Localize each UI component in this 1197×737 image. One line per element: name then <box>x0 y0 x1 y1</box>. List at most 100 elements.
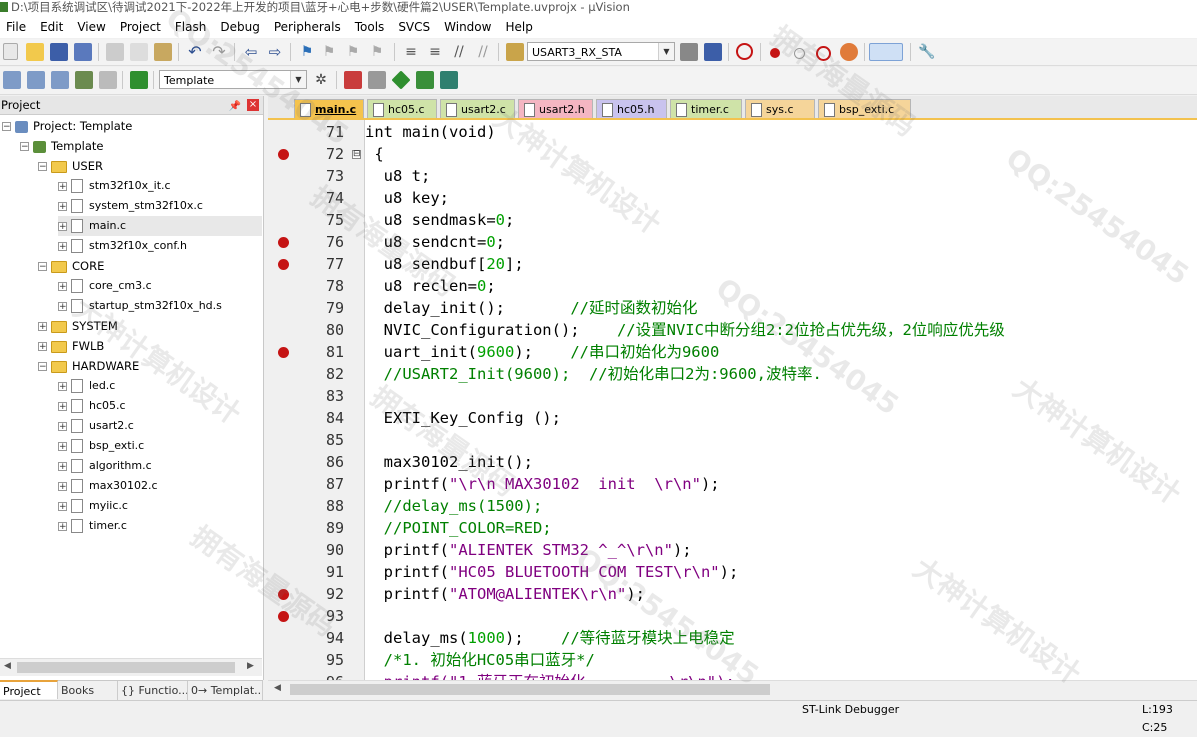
software-packs-icon[interactable] <box>440 71 458 89</box>
editor-tab-bsp_exti-c[interactable]: bsp_exti.c <box>818 99 911 118</box>
enable-breakpoint-icon[interactable] <box>794 48 805 59</box>
tree-expander-icon[interactable]: + <box>58 301 67 311</box>
target-combo[interactable]: Template ▼ <box>159 70 307 89</box>
navigate-forward-icon[interactable]: ⇨ <box>266 43 284 61</box>
editor-tab-usart2-c[interactable]: usart2.c <box>440 99 515 118</box>
tree-group-fwlb[interactable]: + FWLB <box>38 336 104 356</box>
code-line[interactable]: u8 reclen=0; <box>365 275 496 297</box>
undo-icon[interactable]: ↶ <box>186 43 204 61</box>
navigate-back-icon[interactable]: ⇦ <box>242 43 260 61</box>
tree-target[interactable]: − Template <box>20 136 103 156</box>
scroll-left-icon[interactable]: ◀ <box>274 683 281 693</box>
pin-icon[interactable]: 📌 <box>229 98 241 116</box>
code-line[interactable]: //delay_ms(1500); <box>365 495 543 517</box>
incremental-find-icon[interactable] <box>704 43 722 61</box>
editor-tab-hc05-h[interactable]: hc05.h <box>596 99 667 118</box>
tree-file[interactable]: + bsp_exti.c <box>58 436 144 456</box>
build-icon[interactable] <box>27 71 45 89</box>
breakpoint-icon[interactable] <box>278 237 289 248</box>
uncomment-icon[interactable]: // <box>474 43 492 61</box>
debug-session-icon[interactable] <box>736 43 753 60</box>
select-packs-icon[interactable] <box>368 71 386 89</box>
bookmark-icon[interactable]: ⚑ <box>298 43 316 61</box>
new-file-icon[interactable] <box>3 43 18 60</box>
find-icon[interactable] <box>680 43 698 61</box>
tree-root[interactable]: − Project: Template <box>2 116 132 136</box>
editor-scrollbar[interactable]: ◀ <box>268 680 1197 698</box>
tree-expander-icon[interactable]: + <box>58 181 67 191</box>
manage-project-items-icon[interactable] <box>344 71 362 89</box>
tree-expander-icon[interactable]: + <box>58 441 67 451</box>
code-line[interactable]: max30102_init(); <box>365 451 533 473</box>
tree-expander-icon[interactable]: + <box>58 221 67 231</box>
tree-file[interactable]: + hc05.c <box>58 396 126 416</box>
menu-help[interactable]: Help <box>499 16 540 38</box>
code-line[interactable]: printf("\r\n MAX30102 init \r\n"); <box>365 473 720 495</box>
clear-bookmarks-icon[interactable]: ⚑ <box>368 43 386 61</box>
code-line[interactable]: NVIC_Configuration(); //设置NVIC中断分组2:2位抢占… <box>365 319 1005 341</box>
code-line[interactable]: u8 sendcnt=0; <box>365 231 505 253</box>
project-panel-scrollbar[interactable]: ◀ ▶ <box>0 658 262 676</box>
code-editor[interactable]: int main(void) { u8 t; u8 key; u8 sendma… <box>365 120 1197 680</box>
panel-tab-0[interactable]: Project <box>0 680 58 699</box>
tree-expander-icon[interactable]: + <box>38 342 47 352</box>
tree-file[interactable]: + myiic.c <box>58 496 128 516</box>
panel-tab-1[interactable]: Books <box>58 681 118 700</box>
tree-file[interactable]: + startup_stm32f10x_hd.s <box>58 296 222 316</box>
cut-icon[interactable] <box>106 43 124 61</box>
next-bookmark-icon[interactable]: ⚑ <box>344 43 362 61</box>
tree-expander-icon[interactable]: + <box>38 322 47 332</box>
editor-tab-timer-c[interactable]: timer.c <box>670 99 742 118</box>
download-load-icon[interactable] <box>130 71 148 89</box>
tree-expander-icon[interactable]: + <box>58 201 67 211</box>
menu-debug[interactable]: Debug <box>214 16 267 38</box>
tree-expander-icon[interactable]: + <box>58 421 67 431</box>
scroll-right-icon[interactable]: ▶ <box>247 661 254 671</box>
code-line[interactable]: printf("ALIENTEK STM32 ^_^\r\n"); <box>365 539 692 561</box>
unindent-icon[interactable]: ≡ <box>426 43 444 61</box>
prev-bookmark-icon[interactable]: ⚑ <box>320 43 338 61</box>
comment-icon[interactable]: // <box>450 43 468 61</box>
scrollbar-thumb[interactable] <box>17 662 235 673</box>
code-line[interactable]: u8 key; <box>365 187 449 209</box>
tree-expander-icon[interactable]: + <box>58 461 67 471</box>
code-line[interactable]: //USART2_Init(9600); //初始化串口2为:9600,波特率. <box>365 363 822 385</box>
pack-installer-icon[interactable] <box>391 70 411 90</box>
menu-svcs[interactable]: SVCS <box>392 16 438 38</box>
editor-tab-sys-c[interactable]: sys.c <box>745 99 815 118</box>
menu-tools[interactable]: Tools <box>349 16 393 38</box>
tree-file[interactable]: + algorithm.c <box>58 456 152 476</box>
disable-breakpoints-icon[interactable] <box>816 46 831 61</box>
menu-view[interactable]: View <box>71 16 113 38</box>
tree-file[interactable]: + timer.c <box>58 516 127 536</box>
open-folder-icon[interactable] <box>26 43 44 61</box>
tree-expander-icon[interactable]: − <box>38 162 47 172</box>
code-line[interactable]: printf("1 蓝牙正在初始化 \r\n"); <box>365 671 735 680</box>
editor-tab-main-c[interactable]: main.c <box>294 99 364 118</box>
code-line[interactable]: int main(void) <box>365 121 496 143</box>
tree-expander-icon[interactable]: + <box>58 481 67 491</box>
find-combo[interactable]: USART3_RX_STA ▼ <box>527 42 675 61</box>
code-line[interactable]: delay_ms(1000); //等待蓝牙模块上电稳定 <box>365 627 735 649</box>
menu-peripherals[interactable]: Peripherals <box>268 16 349 38</box>
breakpoint-icon[interactable] <box>278 347 289 358</box>
editor-tab-hc05-c[interactable]: hc05.c <box>367 99 437 118</box>
scroll-left-icon[interactable]: ◀ <box>4 661 11 671</box>
insert-breakpoint-icon[interactable] <box>770 48 780 58</box>
code-line[interactable]: u8 sendmask=0; <box>365 209 515 231</box>
rebuild-icon[interactable] <box>51 71 69 89</box>
code-line[interactable]: //POINT_COLOR=RED; <box>365 517 552 539</box>
code-line[interactable]: u8 sendbuf[20]; <box>365 253 524 275</box>
tree-group-system[interactable]: + SYSTEM <box>38 316 118 336</box>
tree-expander-icon[interactable]: + <box>58 381 67 391</box>
menu-project[interactable]: Project <box>114 16 169 38</box>
target-options-icon[interactable]: ✲ <box>312 71 330 89</box>
menu-edit[interactable]: Edit <box>34 16 71 38</box>
panel-tab-2[interactable]: {} Functio... <box>118 681 188 700</box>
tree-file[interactable]: + core_cm3.c <box>58 276 152 296</box>
kill-breakpoints-icon[interactable] <box>840 43 858 61</box>
indent-icon[interactable]: ≡ <box>402 43 420 61</box>
tree-file[interactable]: + led.c <box>58 376 115 396</box>
tree-expander-icon[interactable]: − <box>38 362 47 372</box>
tree-expander-icon[interactable]: + <box>58 521 67 531</box>
